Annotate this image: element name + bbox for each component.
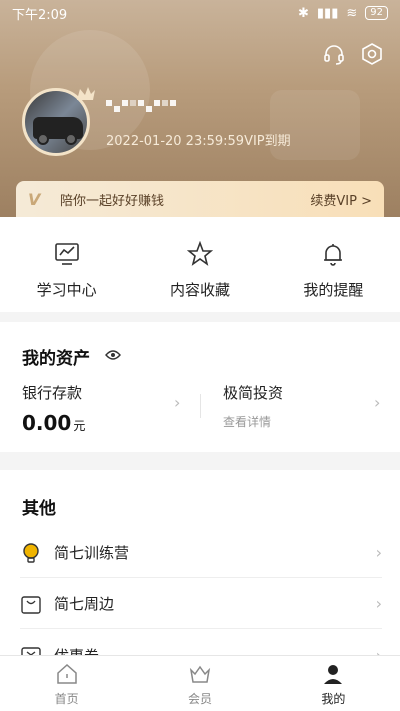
eye-icon[interactable] bbox=[105, 349, 121, 361]
list-item-label: 简七周边 bbox=[54, 595, 115, 613]
vip-crown-icon bbox=[77, 87, 95, 100]
shortcut-reminders[interactable]: 我的提醒 bbox=[267, 217, 400, 312]
shortcut-label: 内容收藏 bbox=[169, 281, 230, 299]
assets-title: 我的资产 bbox=[22, 349, 90, 369]
simple-invest-label: 极简投资 bbox=[223, 384, 284, 402]
bottom-tab-bar: 首页 会员 我的 bbox=[0, 655, 400, 711]
wifi-icon: ≋ bbox=[346, 5, 358, 21]
tab-home[interactable]: 首页 bbox=[0, 656, 133, 711]
header-decoration bbox=[270, 90, 360, 160]
profile-header: 下午2:09 ✱ ▮▮▮ ≋ 92 2022-01-20 23:59:59VIP… bbox=[0, 0, 400, 217]
other-title: 其他 bbox=[22, 499, 56, 519]
settings-icon[interactable] bbox=[360, 42, 384, 66]
bell-icon bbox=[324, 244, 343, 266]
bank-deposit-label: 银行存款 bbox=[22, 384, 83, 402]
signal-icon: ▮▮▮ bbox=[316, 5, 339, 21]
shopping-bag-icon bbox=[21, 595, 41, 614]
renew-vip-button[interactable]: 续费VIP > bbox=[310, 190, 372, 209]
lightbulb-icon bbox=[23, 542, 39, 563]
headset-icon[interactable] bbox=[322, 42, 346, 66]
bank-deposit-card[interactable]: 银行存款 0.00 元 bbox=[22, 382, 85, 435]
crown-icon bbox=[189, 665, 211, 683]
bluetooth-icon: ✱ bbox=[297, 5, 309, 21]
shortcut-favorites[interactable]: 内容收藏 bbox=[133, 217, 266, 312]
simple-invest-card[interactable]: 极简投资 查看详情 bbox=[223, 382, 283, 430]
nickname-pixelated bbox=[106, 100, 176, 118]
battery-icon: 92 bbox=[365, 6, 388, 20]
vip-banner[interactable]: V 陪你一起好好赚钱 续费VIP > bbox=[16, 181, 384, 217]
chevron-right-icon: › bbox=[375, 543, 382, 562]
list-item-bootcamp[interactable]: 简七训练营 › bbox=[20, 528, 382, 578]
star-icon bbox=[186, 241, 213, 266]
bank-deposit-value: 0.00 元 bbox=[22, 411, 86, 435]
tab-member[interactable]: 会员 bbox=[133, 656, 266, 711]
user-icon bbox=[324, 665, 343, 684]
view-details-link[interactable]: 查看详情 bbox=[223, 413, 283, 430]
shortcut-label: 我的提醒 bbox=[303, 281, 364, 299]
tab-label: 会员 bbox=[187, 692, 212, 706]
chevron-right-icon: › bbox=[174, 393, 181, 412]
home-icon bbox=[56, 663, 77, 684]
tab-mine[interactable]: 我的 bbox=[267, 656, 400, 711]
monitor-chart-icon bbox=[54, 243, 79, 265]
list-item-label: 简七训练营 bbox=[54, 544, 130, 562]
my-page: 下午2:09 ✱ ▮▮▮ ≋ 92 2022-01-20 23:59:59VIP… bbox=[0, 0, 400, 711]
divider bbox=[200, 394, 201, 418]
shortcut-learning-center[interactable]: 学习中心 bbox=[0, 217, 133, 312]
vip-expiry: 2022-01-20 23:59:59VIP到期 bbox=[106, 134, 291, 149]
status-time: 下午2:09 bbox=[12, 7, 68, 23]
shortcut-label: 学习中心 bbox=[36, 281, 97, 299]
shortcut-bar: 学习中心 内容收藏 我的提醒 bbox=[0, 217, 400, 312]
list-item-merch[interactable]: 简七周边 › bbox=[20, 579, 382, 629]
chevron-right-icon: › bbox=[374, 393, 381, 412]
tab-label: 首页 bbox=[54, 692, 79, 706]
chevron-right-icon: › bbox=[375, 594, 382, 613]
tab-label: 我的 bbox=[321, 692, 346, 706]
vip-slogan: 陪你一起好好赚钱 bbox=[60, 193, 165, 209]
status-bar: 下午2:09 ✱ ▮▮▮ ≋ 92 bbox=[0, 0, 400, 26]
vip-logo-icon: V bbox=[28, 189, 41, 209]
